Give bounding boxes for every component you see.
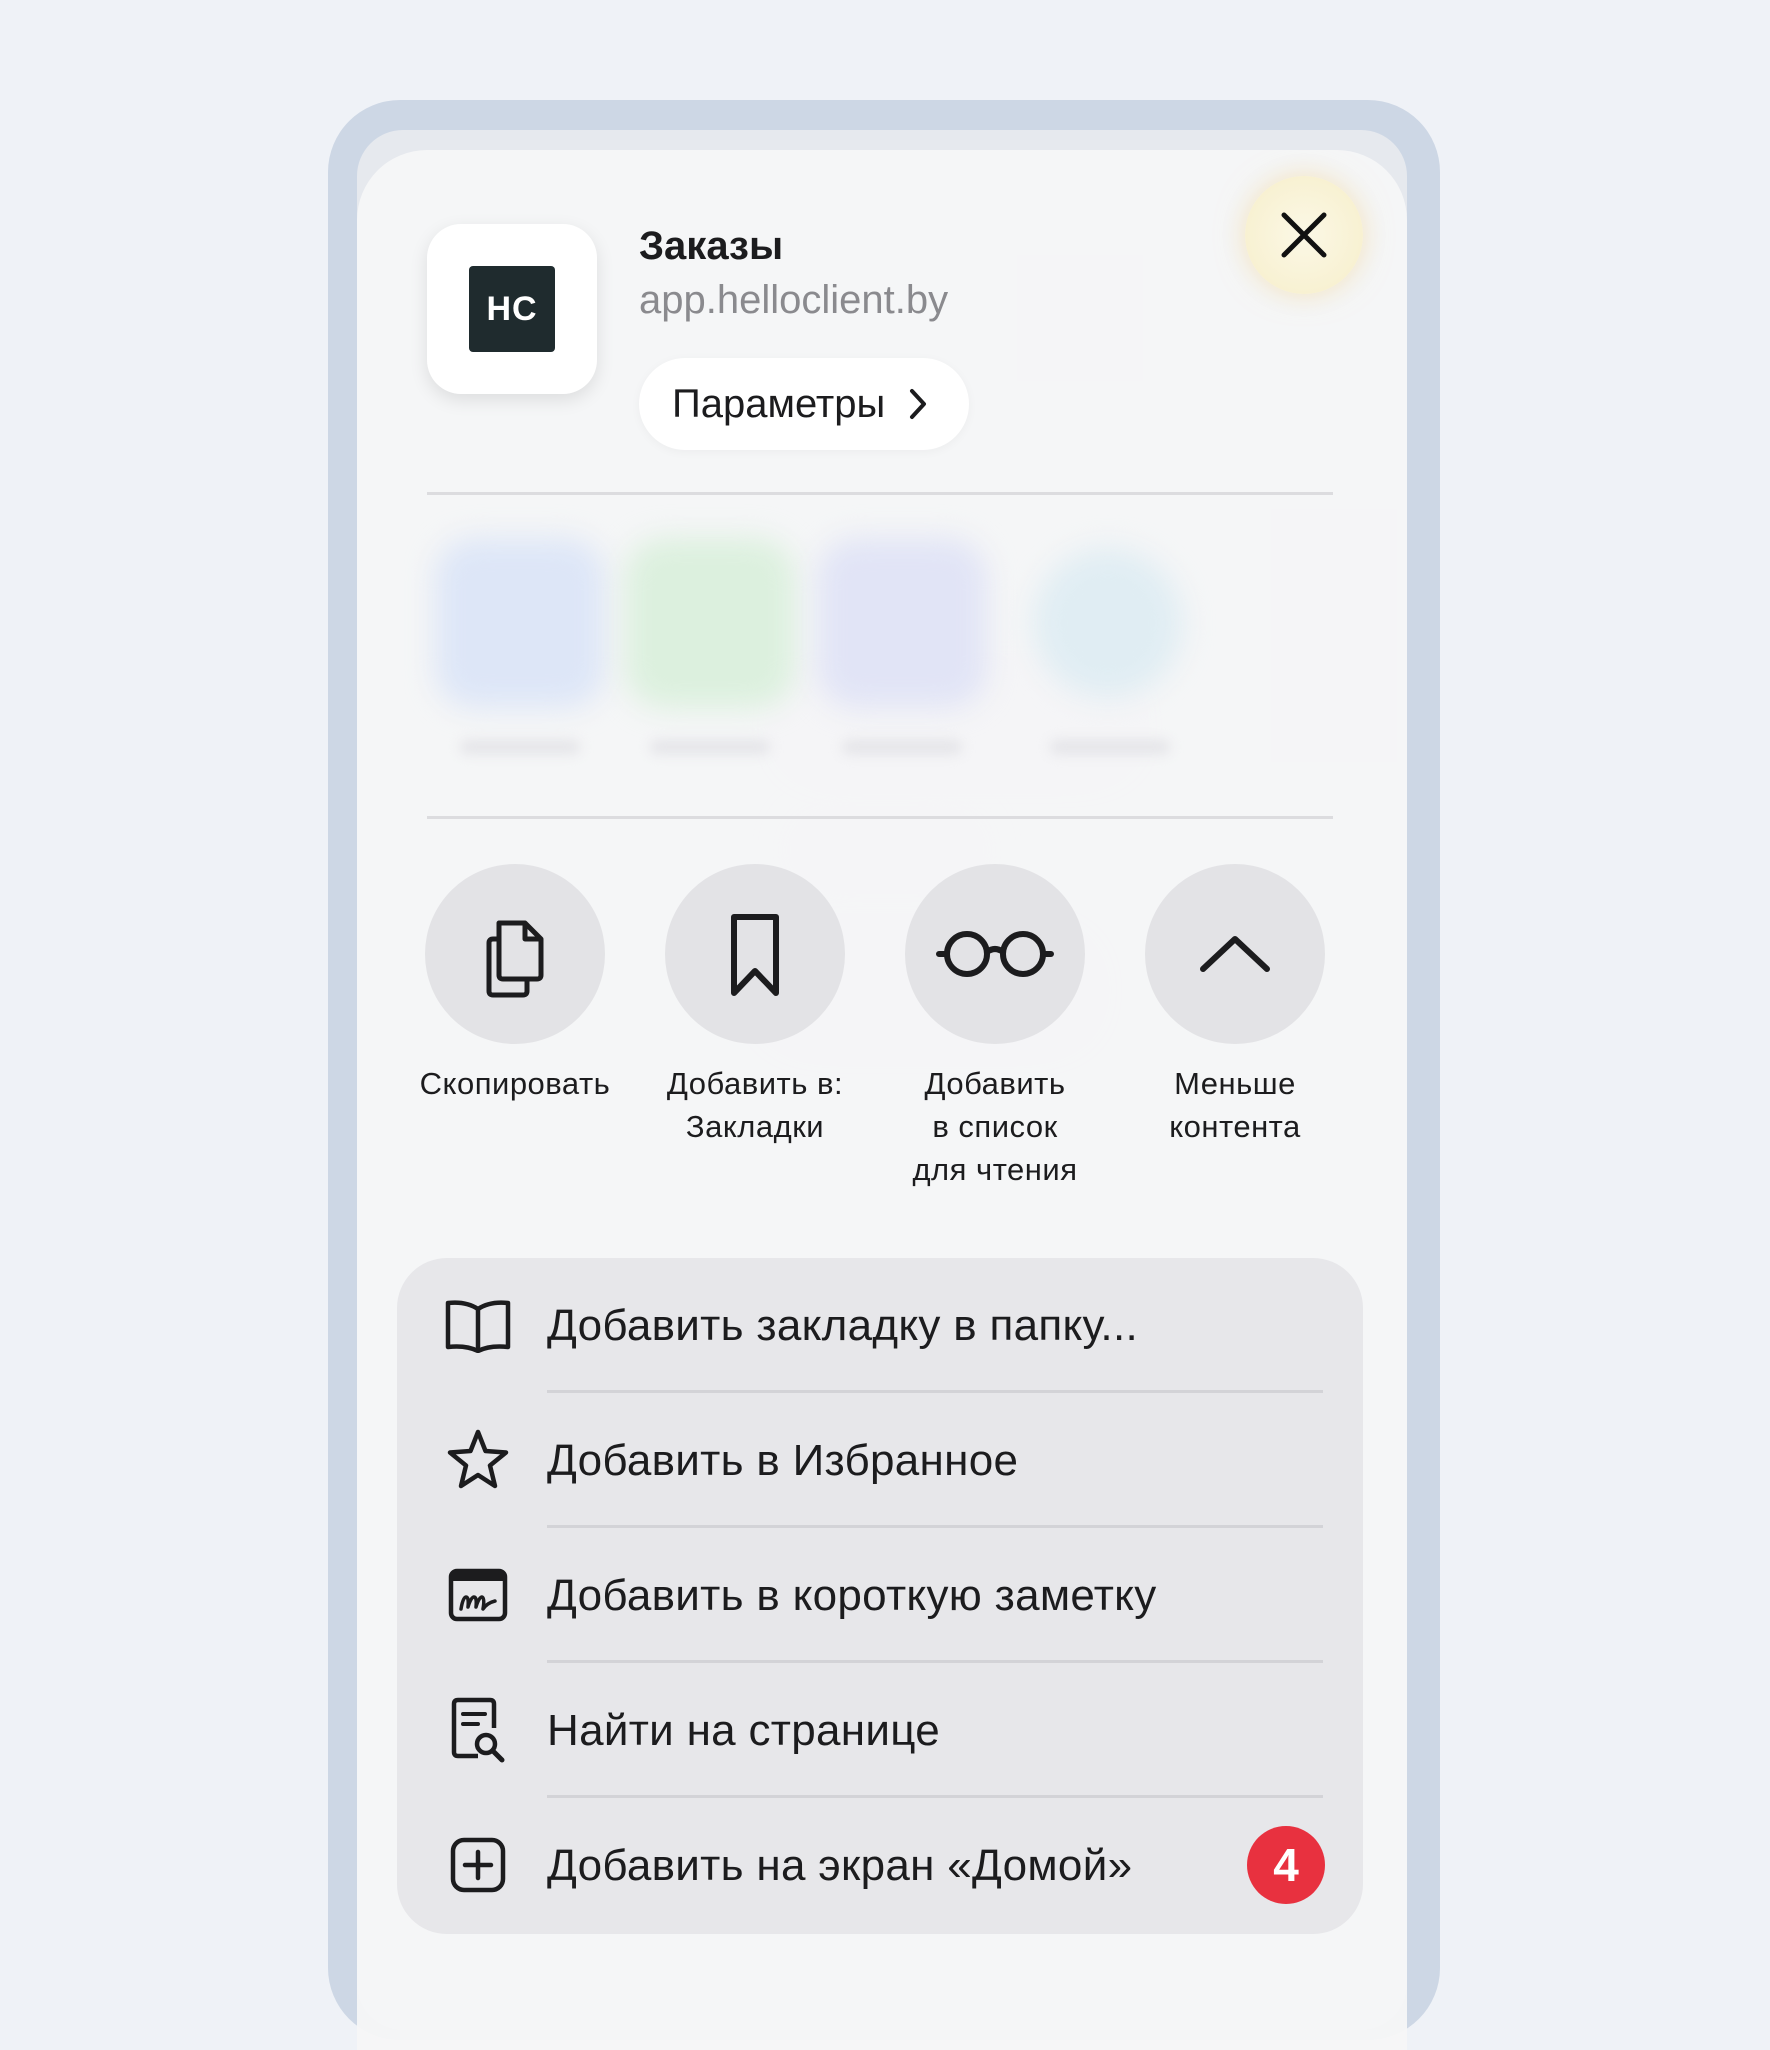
app-logo: HC: [469, 266, 555, 352]
action-copy-circle[interactable]: [425, 864, 605, 1044]
step-badge: 4: [1247, 1826, 1325, 1904]
action-less-content[interactable]: Меньше контента: [1125, 864, 1345, 1148]
action-copy[interactable]: Скопировать: [405, 864, 625, 1105]
share-sheet: HC Заказы app.helloclient.by Параметры С…: [357, 150, 1407, 2050]
share-target-label-blurred: [842, 740, 962, 754]
share-target-blurred: [435, 538, 605, 708]
action-copy-label: Скопировать: [419, 1066, 611, 1101]
action-add-bookmark[interactable]: Добавить в: Закладки: [645, 864, 865, 1148]
action-reading-list-label: Добавить в список для чтения: [912, 1066, 1078, 1187]
app-icon: HC: [427, 224, 597, 394]
find-on-page-icon: [443, 1695, 513, 1765]
share-target-blurred: [817, 538, 987, 708]
page-title: Заказы: [639, 224, 784, 268]
close-icon: [1281, 212, 1327, 258]
menu-item-label: Найти на странице: [547, 1705, 941, 1755]
menu-item-bookmark-folder[interactable]: Добавить закладку в папку...: [397, 1258, 1363, 1393]
menu-item-add-to-home[interactable]: Добавить на экран «Домой» 4: [397, 1798, 1363, 1933]
close-button[interactable]: [1245, 176, 1363, 294]
menu-item-quick-note[interactable]: Добавить в короткую заметку: [397, 1528, 1363, 1663]
params-label: Параметры: [672, 381, 886, 426]
share-target-label-blurred: [460, 740, 580, 754]
action-less-content-circle[interactable]: [1145, 864, 1325, 1044]
menu-item-label: Добавить в Избранное: [547, 1435, 1019, 1485]
chevron-up-icon: [1200, 936, 1270, 972]
add-square-icon: [443, 1830, 513, 1900]
menu-item-favorites[interactable]: Добавить в Избранное: [397, 1393, 1363, 1528]
share-target-blurred: [625, 538, 795, 708]
menu-item-label: Добавить в короткую заметку: [547, 1570, 1157, 1620]
share-target-label-blurred: [650, 740, 770, 754]
action-reading-list-circle[interactable]: [905, 864, 1085, 1044]
reading-list-icon: [936, 931, 1054, 977]
menu-item-label: Добавить на экран «Домой»: [547, 1840, 1133, 1890]
action-bookmark-label: Добавить в: Закладки: [666, 1066, 844, 1144]
actions-menu: Добавить закладку в папку... Добавить в …: [397, 1258, 1363, 1934]
divider: [427, 492, 1333, 495]
action-reading-list[interactable]: Добавить в список для чтения: [885, 864, 1105, 1191]
quick-note-icon: [443, 1560, 513, 1630]
share-target-blurred: [1033, 548, 1183, 698]
action-bookmark-circle[interactable]: [665, 864, 845, 1044]
params-button[interactable]: Параметры: [639, 358, 970, 450]
menu-item-find-on-page[interactable]: Найти на странице: [397, 1663, 1363, 1798]
divider: [427, 816, 1333, 819]
chevron-right-icon: [910, 389, 927, 419]
copy-icon: [486, 920, 544, 998]
menu-item-label: Добавить закладку в папку...: [547, 1300, 1138, 1350]
share-target-label-blurred: [1050, 740, 1170, 754]
book-icon: [443, 1290, 513, 1360]
star-icon: [443, 1425, 513, 1495]
page-url: app.helloclient.by: [639, 278, 949, 322]
action-less-content-label: Меньше контента: [1169, 1066, 1301, 1144]
bookmark-icon: [731, 914, 779, 996]
